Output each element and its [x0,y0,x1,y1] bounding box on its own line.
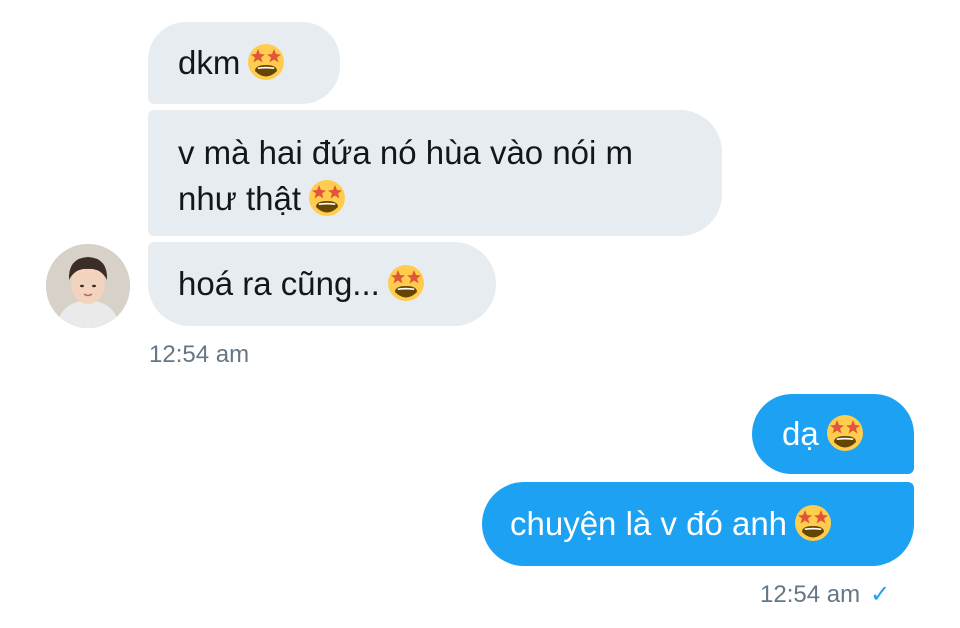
incoming-message-2[interactable]: v mà hai đứa nó hùa vào nói m như thật [148,110,722,236]
message-text: chuyện là v đó anh [510,505,788,542]
star-struck-emoji-icon [246,42,286,82]
star-struck-emoji-icon [386,263,426,303]
message-text-line-2: như thật [178,180,302,217]
check-icon: ✓ [870,581,891,608]
incoming-message-1[interactable]: dkm [148,22,340,104]
outgoing-message-1[interactable]: dạ [752,394,914,474]
incoming-message-3[interactable]: hoá ra cũng... [148,242,496,326]
outgoing-status: 12:54 am ✓ [760,580,890,609]
message-text: hoá ra cũng... [178,265,380,302]
message-text: dkm [178,44,241,81]
incoming-timestamp: 12:54 am [149,341,250,368]
avatar[interactable] [46,244,130,328]
message-text: dạ [782,415,819,452]
outgoing-timestamp: 12:54 am [760,581,861,608]
star-struck-emoji-icon [307,178,347,218]
star-struck-emoji-icon [825,413,865,453]
star-struck-emoji-icon [793,503,833,543]
outgoing-message-2[interactable]: chuyện là v đó anh [482,482,914,566]
message-text-line-1: v mà hai đứa nó hùa vào nói m [178,134,634,171]
